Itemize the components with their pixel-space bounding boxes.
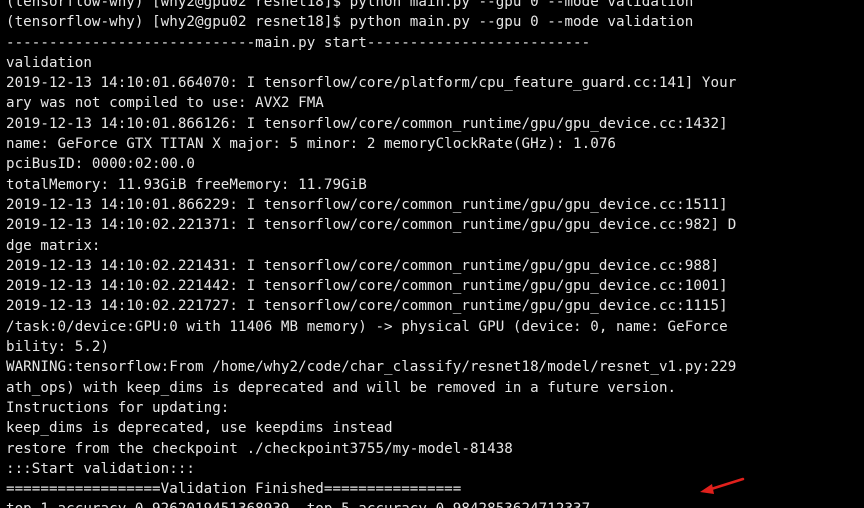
validation-finished-banner: ==================Validation Finished===… bbox=[6, 481, 462, 498]
log-line: 2019-12-13 14:10:02.221727: I tensorflow… bbox=[6, 298, 728, 315]
log-line: 2019-12-13 14:10:02.221431: I tensorflow… bbox=[6, 257, 720, 274]
log-line: 2019-12-13 14:10:02.221442: I tensorflow… bbox=[6, 278, 728, 295]
warning-line: WARNING:tensorflow:From /home/why2/code/… bbox=[6, 359, 737, 376]
command-prompt-line: (tensorflow-why) [why2@gpu02 resnet18]$ … bbox=[6, 14, 694, 31]
memory-line: totalMemory: 11.93GiB freeMemory: 11.79G… bbox=[6, 176, 367, 193]
checkpoint-restore-line: restore from the checkpoint ./checkpoint… bbox=[6, 440, 513, 457]
log-line: 2019-12-13 14:10:01.664070: I tensorflow… bbox=[6, 75, 737, 92]
log-line: 2019-12-13 14:10:01.866229: I tensorflow… bbox=[6, 196, 728, 213]
log-line: dge matrix: bbox=[6, 237, 101, 254]
warning-line: ath_ops) with keep_dims is deprecated an… bbox=[6, 379, 677, 396]
start-validation-line: :::Start validation::: bbox=[6, 460, 196, 477]
terminal-window[interactable]: (tensorflow-why) [why2@gpu02 resnet18]$ … bbox=[0, 0, 864, 508]
instructions-line: Instructions for updating: bbox=[6, 399, 230, 416]
terminal-output: (tensorflow-why) [why2@gpu02 resnet18]$ … bbox=[6, 0, 736, 508]
log-line: ary was not compiled to use: AVX2 FMA bbox=[6, 95, 324, 112]
log-line: /task:0/device:GPU:0 with 11406 MB memor… bbox=[6, 318, 728, 335]
instructions-line: keep_dims is deprecated, use keepdims in… bbox=[6, 420, 393, 437]
log-line: 2019-12-13 14:10:01.866126: I tensorflow… bbox=[6, 115, 728, 132]
pci-bus-line: pciBusID: 0000:02:00.0 bbox=[6, 156, 196, 173]
accuracy-result-line: top 1 accuracy 0.9262019451368939, top 5… bbox=[6, 499, 736, 508]
gpu-name-line: name: GeForce GTX TITAN X major: 5 minor… bbox=[6, 136, 617, 153]
partial-previous-command-line: (tensorflow-why) [why2@gpu02 resnet18]$ … bbox=[6, 0, 694, 10]
log-line: bility: 5.2) bbox=[6, 339, 110, 356]
script-start-banner: -----------------------------main.py sta… bbox=[6, 34, 591, 51]
log-line: 2019-12-13 14:10:02.221371: I tensorflow… bbox=[6, 217, 737, 234]
mode-line: validation bbox=[6, 54, 92, 71]
